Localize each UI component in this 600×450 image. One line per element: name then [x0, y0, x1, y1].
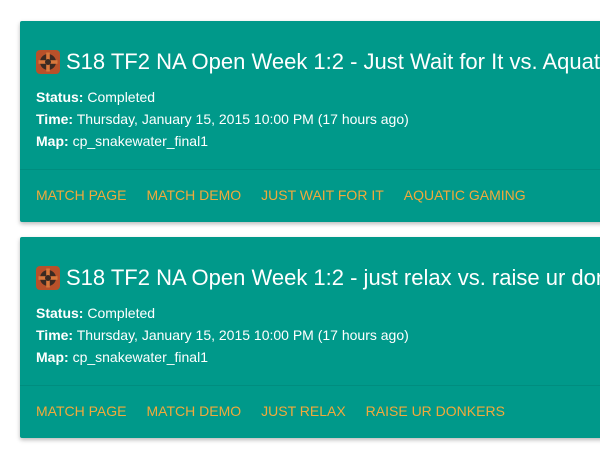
team-one-link[interactable]: JUST RELAX	[261, 403, 346, 419]
tf2-logo-icon	[36, 266, 60, 290]
status-label: Status:	[36, 305, 84, 321]
match-demo-link[interactable]: MATCH DEMO	[147, 403, 242, 419]
status-value: Completed	[87, 89, 156, 105]
time-line: Time: Thursday, January 15, 2015 10:00 P…	[36, 108, 409, 130]
card-divider	[20, 385, 600, 386]
tf2-logo-icon	[36, 50, 60, 74]
time-label: Time:	[36, 111, 74, 127]
match-page-link[interactable]: MATCH PAGE	[36, 403, 127, 419]
match-page-link[interactable]: MATCH PAGE	[36, 187, 127, 203]
match-list: S18 TF2 NA Open Week 1:2 - Just Wait for…	[0, 0, 600, 450]
status-label: Status:	[36, 89, 84, 105]
status-line: Status: Completed	[36, 86, 409, 108]
match-demo-link[interactable]: MATCH DEMO	[147, 187, 242, 203]
map-label: Map:	[36, 349, 69, 365]
team-one-link[interactable]: JUST WAIT FOR IT	[261, 187, 384, 203]
match-card: S18 TF2 NA Open Week 1:2 - Just Wait for…	[20, 21, 600, 222]
time-line: Time: Thursday, January 15, 2015 10:00 P…	[36, 324, 409, 346]
team-two-link[interactable]: RAISE UR DONKERS	[366, 403, 505, 419]
map-label: Map:	[36, 133, 69, 149]
card-actions: MATCH PAGE MATCH DEMO JUST RELAX RAISE U…	[36, 400, 525, 422]
match-title-row: S18 TF2 NA Open Week 1:2 - just relax vs…	[36, 263, 600, 293]
match-info: Status: Completed Time: Thursday, Januar…	[36, 302, 409, 368]
status-line: Status: Completed	[36, 302, 409, 324]
match-title: S18 TF2 NA Open Week 1:2 - Just Wait for…	[66, 49, 600, 74]
time-value: Thursday, January 15, 2015 10:00 PM (17 …	[76, 327, 409, 343]
match-info: Status: Completed Time: Thursday, Januar…	[36, 86, 409, 152]
match-title-row: S18 TF2 NA Open Week 1:2 - Just Wait for…	[36, 47, 600, 77]
card-actions: MATCH PAGE MATCH DEMO JUST WAIT FOR IT A…	[36, 184, 546, 206]
map-line: Map: cp_snakewater_final1	[36, 130, 409, 152]
map-value: cp_snakewater_final1	[72, 349, 208, 365]
map-value: cp_snakewater_final1	[72, 133, 208, 149]
time-value: Thursday, January 15, 2015 10:00 PM (17 …	[76, 111, 409, 127]
team-two-link[interactable]: AQUATIC GAMING	[404, 187, 526, 203]
time-label: Time:	[36, 327, 74, 343]
card-divider	[20, 169, 600, 170]
status-value: Completed	[87, 305, 156, 321]
map-line: Map: cp_snakewater_final1	[36, 346, 409, 368]
match-card: S18 TF2 NA Open Week 1:2 - just relax vs…	[20, 237, 600, 438]
match-title: S18 TF2 NA Open Week 1:2 - just relax vs…	[66, 265, 600, 290]
